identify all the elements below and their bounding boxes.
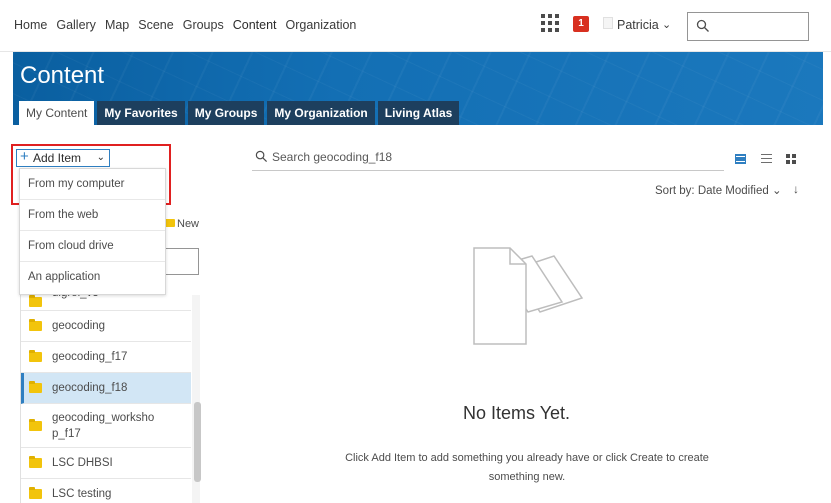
chevron-down-icon[interactable]: ⌄ [662, 18, 671, 31]
folder-label: geocoding [52, 320, 106, 332]
list-item[interactable]: geocoding_f17 [21, 342, 191, 373]
folder-icon [29, 487, 42, 499]
nav-gallery[interactable]: Gallery [56, 18, 96, 32]
content-tabs: My Content My Favorites My Groups My Org… [19, 101, 462, 125]
list-view-icon[interactable] [761, 154, 772, 164]
table-view-icon[interactable] [735, 154, 746, 164]
search-placeholder: Search geocoding_f18 [272, 150, 393, 164]
folder-filter-input[interactable] [162, 248, 199, 275]
menu-item-from-my-computer[interactable]: From my computer [20, 169, 165, 200]
add-item-menu: From my computer From the web From cloud… [19, 168, 166, 295]
menu-item-from-the-web[interactable]: From the web [20, 200, 165, 231]
menu-item-an-application[interactable]: An application [20, 262, 165, 293]
nav-groups[interactable]: Groups [183, 18, 224, 32]
notification-badge[interactable]: 1 [573, 16, 589, 32]
tab-my-organization[interactable]: My Organization [267, 101, 375, 125]
new-folder-label: New [177, 218, 200, 230]
search-icon [255, 150, 268, 163]
tab-my-favorites[interactable]: My Favorites [97, 101, 185, 125]
sort-label: Sort by: Date Modified [655, 185, 769, 197]
menu-item-from-cloud-drive[interactable]: From cloud drive [20, 231, 165, 262]
folder-icon [29, 418, 42, 431]
sort-direction-icon[interactable]: ↓ [793, 182, 799, 196]
avatar [603, 17, 613, 29]
nav-organization[interactable]: Organization [286, 18, 357, 32]
search-icon [696, 19, 709, 32]
folder-label: geocoding_f18 [52, 382, 128, 394]
tab-living-atlas[interactable]: Living Atlas [377, 101, 460, 125]
nav-map[interactable]: Map [105, 18, 129, 32]
grid-view-icon[interactable] [786, 154, 796, 164]
nav-content[interactable]: Content [233, 18, 277, 32]
user-name[interactable]: Patricia [617, 18, 659, 32]
empty-documents-illustration [473, 247, 584, 345]
sort-dropdown[interactable]: Sort by: Date Modified ⌄ [655, 183, 782, 197]
folder-icon [29, 295, 42, 307]
sidebar-scrollbar-thumb[interactable] [194, 402, 201, 482]
folder-label: LSC testing [52, 488, 112, 500]
folder-icon [29, 381, 42, 393]
folder-label: digrei_v3 [52, 295, 99, 299]
app-launcher-icon[interactable] [541, 14, 559, 32]
list-item[interactable]: geocoding [21, 311, 191, 342]
content-search-input[interactable]: Search geocoding_f18 [252, 147, 724, 171]
list-item[interactable]: digrei_v3 [21, 295, 191, 311]
list-item[interactable]: geocoding_worksho p_f17 [21, 404, 191, 448]
folder-icon [29, 456, 42, 468]
folder-icon [29, 319, 42, 331]
content-banner: Content My Content My Favorites My Group… [13, 52, 823, 125]
list-item[interactable]: LSC testing [21, 479, 191, 503]
list-item[interactable]: LSC DHBSI [21, 448, 191, 479]
folder-icon [165, 219, 175, 227]
folder-label: geocoding_worksho p_f17 [52, 411, 155, 440]
empty-state-description: Click Add Item to add something you alre… [345, 452, 709, 483]
global-search-input[interactable] [687, 12, 809, 41]
chevron-down-icon: ⌄ [771, 185, 782, 197]
empty-state-title: No Items Yet. [463, 403, 571, 423]
folder-label: LSC DHBSI [52, 457, 113, 469]
folder-label: geocoding_f17 [52, 351, 128, 363]
nav-links: Home Gallery Map Scene Groups Content Or… [14, 18, 365, 32]
tab-my-groups[interactable]: My Groups [187, 101, 265, 125]
top-navigation: Home Gallery Map Scene Groups Content Or… [0, 0, 831, 52]
folder-icon [29, 350, 42, 362]
folder-list: digrei_v3 geocoding geocoding_f17 geocod… [20, 295, 191, 503]
nav-home[interactable]: Home [14, 18, 47, 32]
list-item-selected[interactable]: geocoding_f18 [21, 373, 191, 404]
tab-my-content[interactable]: My Content [19, 101, 95, 125]
nav-scene[interactable]: Scene [138, 18, 173, 32]
new-folder-button[interactable]: New [165, 218, 199, 230]
page-title: Content [20, 62, 105, 89]
